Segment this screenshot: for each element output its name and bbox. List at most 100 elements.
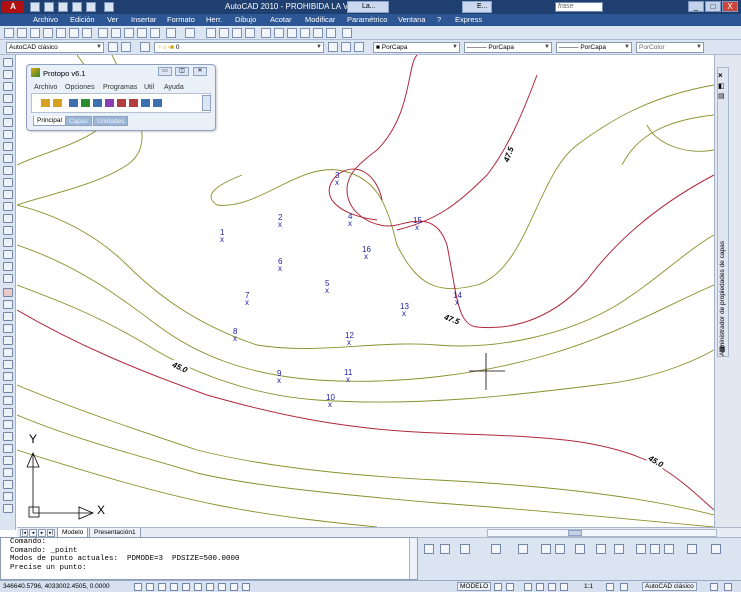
menu-formato[interactable]: Formato [167,15,195,24]
break-at-point-icon[interactable] [3,420,13,429]
layer-previous-icon[interactable] [341,42,351,52]
menu-modificar[interactable]: Modificar [305,15,335,24]
protopo-tool-import-icon[interactable] [41,99,50,107]
layer-properties-palette[interactable]: × ◧ ▤ Administrador de propiedades de ca… [714,55,741,527]
cut-icon[interactable] [98,28,108,38]
taskbar-item-layers[interactable]: La... [347,1,389,13]
undo-icon[interactable] [166,28,176,38]
workspace-switch[interactable]: AutoCAD clásico [642,582,697,591]
protopo-tab-unidades[interactable]: Unidades [93,116,129,126]
menu-express[interactable]: Express [455,15,482,24]
protopo-minimize-button[interactable]: ▭ [158,67,172,76]
polygon-icon[interactable] [3,94,13,103]
region-icon[interactable] [3,250,13,259]
menu-ventana[interactable]: Ventana [398,15,426,24]
protopo-tool-contour-icon[interactable] [105,99,114,107]
stretch-icon[interactable] [3,384,13,393]
protopo-menu-archivo[interactable]: Archivo [34,84,57,91]
make-block-icon[interactable] [3,202,13,211]
menu-herr[interactable]: Herr. [206,15,222,24]
ellipse-icon[interactable] [3,166,13,175]
protopo-close-button[interactable]: ✕ [193,67,207,76]
scale-icon[interactable] [3,372,13,381]
annotation-scale[interactable]: 1:1 [584,583,593,590]
protopo-window[interactable]: Protopo v6.1 ▭ ◫ ✕ Archivo Opciones Prog… [26,64,216,131]
zoom-status-icon[interactable] [536,583,544,591]
paste-icon[interactable] [124,28,134,38]
field-icon[interactable] [650,544,660,554]
gradient-icon[interactable] [3,238,13,247]
menu-insertar[interactable]: Insertar [131,15,156,24]
insert-block-icon[interactable] [3,190,13,199]
menu-edicion[interactable]: Edición [70,15,95,24]
dimension-icon[interactable] [440,544,450,554]
object-snap-tracking-icon[interactable] [194,583,202,591]
open-icon[interactable] [541,544,551,554]
move-icon[interactable] [3,348,13,357]
snap-mode-icon[interactable] [134,583,142,591]
explode-icon[interactable] [3,480,13,489]
arc-icon[interactable] [3,118,13,127]
workspace-select[interactable]: AutoCAD clásico ▼ [6,42,104,53]
pan-icon[interactable] [206,28,216,38]
annotation-visibility-icon[interactable] [606,583,614,591]
extend-icon[interactable] [3,408,13,417]
trim-icon[interactable] [3,396,13,405]
protopo-tab-capas[interactable]: Capas [65,116,92,126]
pan-status-icon[interactable] [524,583,532,591]
undo-icon[interactable] [72,2,82,12]
table-icon[interactable] [3,262,13,271]
steeringwheel-icon[interactable] [548,583,556,591]
osnap-icon[interactable] [460,544,470,554]
line-icon[interactable] [3,58,13,67]
save-as-icon[interactable] [555,544,565,554]
clean-screen-icon[interactable] [724,583,732,591]
polyline-icon[interactable] [3,82,13,91]
block-editor-icon[interactable] [150,28,160,38]
first-tab-icon[interactable]: |◂ [20,529,28,537]
chart-icon[interactable] [664,544,674,554]
protopo-tool-grid-icon[interactable] [69,99,78,107]
lineweight-icon[interactable] [230,583,238,591]
make-current-layer-icon[interactable] [328,42,338,52]
autocad-logo-icon[interactable]: A [2,1,24,13]
lineweight-select[interactable]: ——— PorCapa ▼ [556,42,632,53]
auto-scale-icon[interactable] [620,583,628,591]
markup-icon[interactable] [313,28,323,38]
protopo-menu-ayuda[interactable]: Ayuda [164,84,184,91]
workspace-settings-icon[interactable] [108,42,118,52]
layer-tool-icon[interactable] [3,492,13,501]
menu-parametrico[interactable]: Paramétrico [347,15,387,24]
multiline-text-icon[interactable] [3,274,13,283]
protopo-tool-label-icon[interactable] [129,99,138,107]
menu-acotar[interactable]: Acotar [270,15,292,24]
design-center-icon[interactable] [274,28,284,38]
protopo-tool-volume-icon[interactable] [153,99,162,107]
search-input[interactable]: frase [555,2,603,12]
save-icon[interactable] [424,544,434,554]
add-icon[interactable] [596,544,606,554]
close-icon[interactable]: × [718,71,723,80]
minimize-button[interactable]: _ [688,1,704,12]
protopo-tab-principal[interactable]: Principal [33,116,66,126]
protopo-tool-section-icon[interactable] [93,99,102,107]
redo-icon[interactable] [185,28,195,38]
layer-states-icon[interactable] [354,42,364,52]
layer-select[interactable]: ♀☼▫■ 0 ▼ [154,42,324,53]
next-tab-icon[interactable]: ▸ [38,529,46,537]
showmotion-icon[interactable] [560,583,568,591]
grid-display-icon[interactable] [146,583,154,591]
object-snap-icon[interactable] [182,583,190,591]
taskbar-item-explorer[interactable]: E... [462,1,492,13]
command-line[interactable]: Comando: Comando: _point Modos de punto … [0,537,418,580]
protopo-tool-delete-icon[interactable] [117,99,126,107]
join-icon[interactable] [3,444,13,453]
menu-ver[interactable]: Ver [107,15,118,24]
construction-line-icon[interactable] [3,70,13,79]
lock-ui-icon[interactable] [710,583,718,591]
plot-preview-icon[interactable] [56,28,66,38]
dynamic-ucs-icon[interactable] [206,583,214,591]
protopo-menu-opciones[interactable]: Opciones [65,84,95,91]
publish-icon[interactable] [69,28,79,38]
zoom-realtime-icon[interactable] [219,28,229,38]
